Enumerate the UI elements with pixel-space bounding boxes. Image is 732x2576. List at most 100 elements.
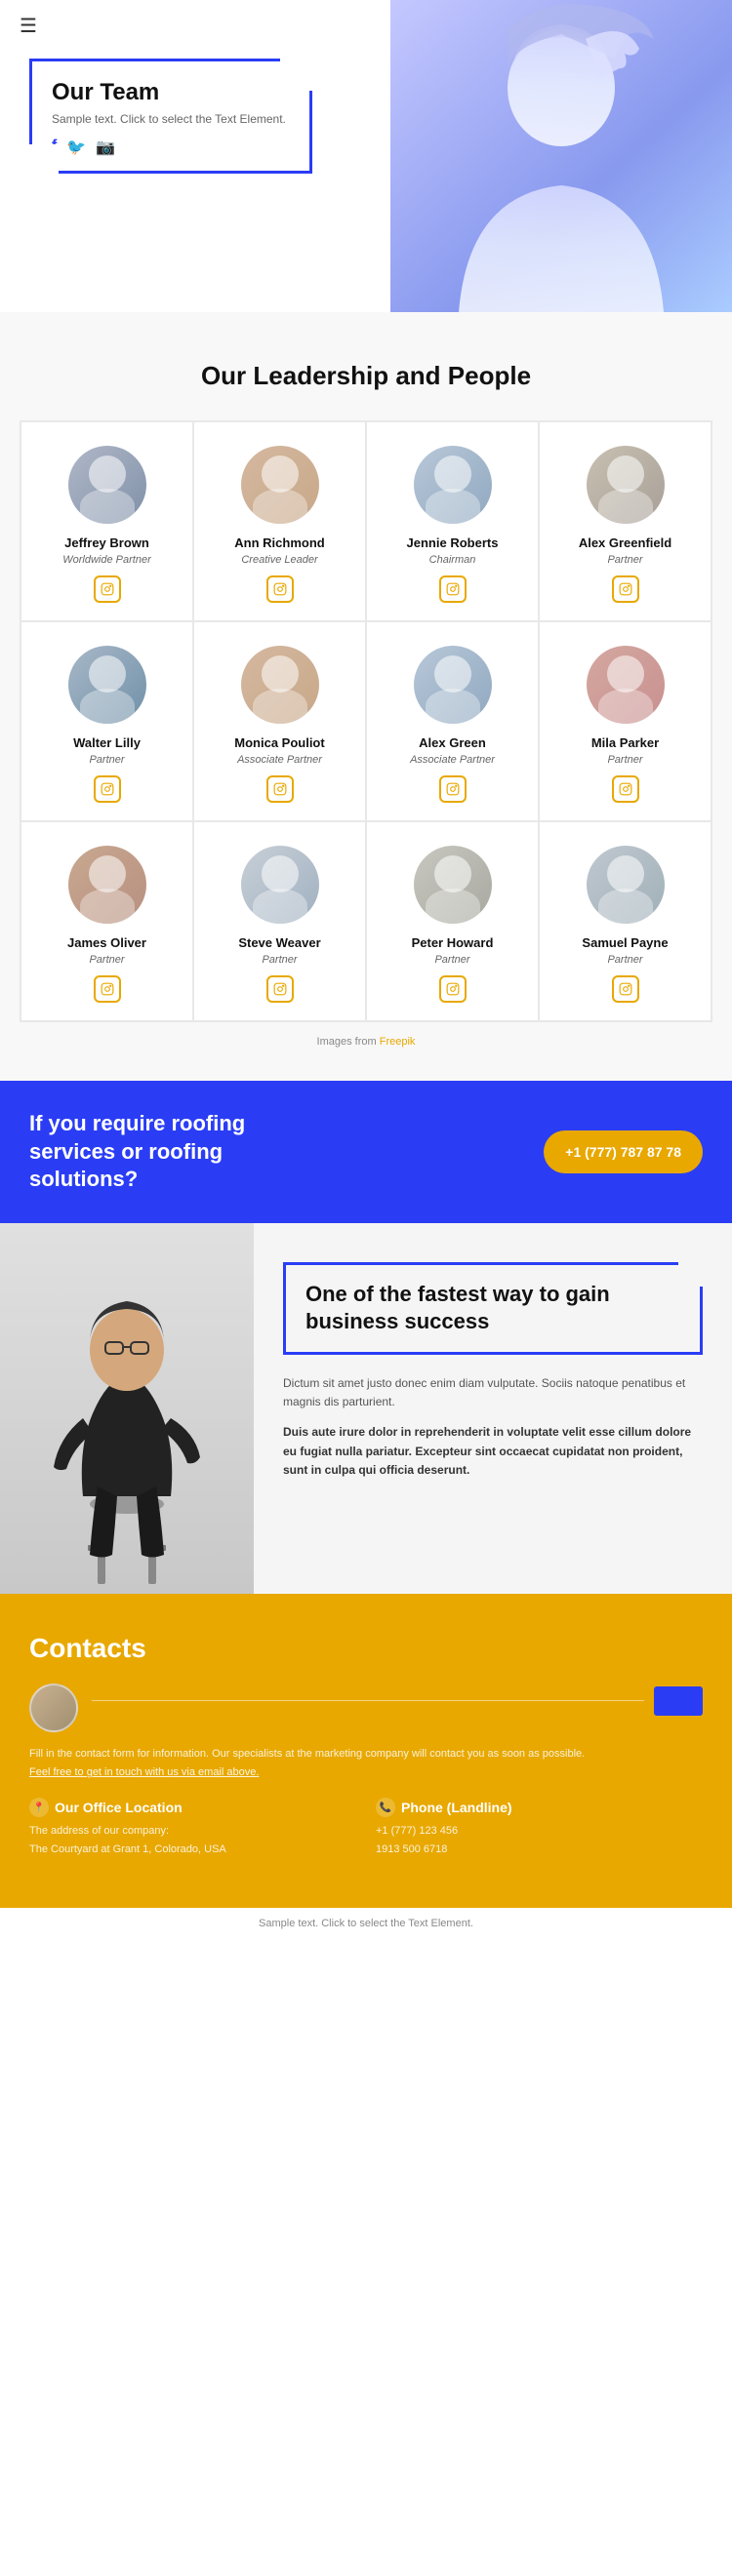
twitter-icon[interactable]: 🐦 (66, 138, 86, 157)
contacts-link[interactable]: Feel free to get in touch with us via em… (29, 1766, 703, 1778)
instagram-icon[interactable] (94, 775, 121, 803)
team-card: Jeffrey Brown Worldwide Partner (20, 421, 193, 621)
team-avatar (241, 446, 319, 524)
success-person-image (0, 1223, 254, 1594)
phone-icon: 📞 (376, 1798, 395, 1817)
roofing-text: If you require roofing services or roofi… (29, 1110, 322, 1194)
team-avatar (414, 646, 492, 724)
team-member-name: Alex Green (419, 735, 486, 750)
success-title: One of the fastest way to gain business … (305, 1281, 680, 1336)
footer: Sample text. Click to select the Text El… (0, 1908, 732, 1939)
team-grid: Jeffrey Brown Worldwide Partner Ann Rich… (20, 420, 712, 1022)
contacts-grid: 📍 Our Office Location The address of our… (29, 1798, 703, 1858)
team-member-role: Partner (89, 954, 124, 966)
contacts-description: Fill in the contact form for information… (29, 1746, 703, 1764)
team-card: Walter Lilly Partner (20, 621, 193, 821)
hero-image (390, 0, 732, 312)
team-avatar (241, 646, 319, 724)
hero-subtitle: Sample text. Click to select the Text El… (52, 112, 286, 126)
team-member-name: Peter Howard (412, 935, 494, 950)
team-member-name: Samuel Payne (582, 935, 668, 950)
team-card: Mila Parker Partner (539, 621, 712, 821)
team-avatar (68, 446, 146, 524)
instagram-icon[interactable]: 📷 (96, 138, 115, 157)
team-avatar (587, 446, 665, 524)
instagram-icon[interactable] (612, 775, 639, 803)
hero-person-svg (390, 0, 732, 312)
hero-border-box: Our Team Sample text. Click to select th… (29, 59, 312, 174)
team-member-name: Jennie Roberts (407, 535, 499, 550)
instagram-icon[interactable] (94, 575, 121, 603)
menu-button[interactable]: ☰ (20, 14, 37, 38)
team-member-role: Partner (434, 954, 469, 966)
team-member-role: Worldwide Partner (62, 554, 150, 566)
team-member-role: Creative Leader (241, 554, 317, 566)
team-avatar (587, 646, 665, 724)
contacts-separator (92, 1686, 703, 1716)
team-member-role: Associate Partner (237, 754, 322, 766)
contacts-top (29, 1684, 703, 1732)
facebook-icon[interactable]: f (52, 138, 57, 157)
team-member-role: Partner (89, 754, 124, 766)
footer-sample-text: Sample text. Click to select the Text El… (259, 1918, 473, 1929)
separator-line (92, 1700, 644, 1701)
team-card: James Oliver Partner (20, 821, 193, 1021)
success-section: One of the fastest way to gain business … (0, 1223, 732, 1594)
hero-title: Our Team (52, 79, 286, 106)
team-card: Ann Richmond Creative Leader (193, 421, 366, 621)
team-card: Alex Green Associate Partner (366, 621, 539, 821)
team-member-role: Partner (607, 554, 642, 566)
team-member-name: Mila Parker (591, 735, 659, 750)
instagram-icon[interactable] (612, 575, 639, 603)
success-body2: Duis aute irure dolor in reprehenderit i… (283, 1423, 703, 1480)
contacts-title: Contacts (29, 1633, 703, 1664)
instagram-icon[interactable] (439, 575, 467, 603)
office-detail: The address of our company: The Courtyar… (29, 1822, 356, 1858)
leadership-title: Our Leadership and People (20, 361, 712, 391)
team-member-role: Partner (262, 954, 297, 966)
separator-rect (654, 1686, 703, 1716)
success-body1: Dictum sit amet justo donec enim diam vu… (283, 1374, 703, 1411)
success-content: One of the fastest way to gain business … (254, 1223, 732, 1594)
team-card: Samuel Payne Partner (539, 821, 712, 1021)
team-member-name: Steve Weaver (238, 935, 320, 950)
phone-detail: +1 (777) 123 456 1913 500 6718 (376, 1822, 703, 1858)
instagram-icon[interactable] (266, 975, 294, 1003)
roofing-cta-section: If you require roofing services or roofi… (0, 1081, 732, 1223)
team-member-name: Monica Pouliot (234, 735, 324, 750)
location-icon: 📍 (29, 1798, 49, 1817)
team-member-role: Associate Partner (410, 754, 495, 766)
hero-content: Our Team Sample text. Click to select th… (29, 59, 312, 174)
instagram-icon[interactable] (266, 775, 294, 803)
instagram-icon[interactable] (439, 775, 467, 803)
team-avatar (414, 446, 492, 524)
team-card: Peter Howard Partner (366, 821, 539, 1021)
roofing-phone-button[interactable]: +1 (777) 787 87 78 (544, 1130, 703, 1173)
team-card: Alex Greenfield Partner (539, 421, 712, 621)
team-member-role: Chairman (429, 554, 476, 566)
instagram-icon[interactable] (612, 975, 639, 1003)
team-avatar (68, 646, 146, 724)
hero-section: Our Team Sample text. Click to select th… (0, 0, 732, 312)
team-avatar (414, 846, 492, 924)
team-member-role: Partner (607, 954, 642, 966)
success-title-box: One of the fastest way to gain business … (283, 1262, 703, 1355)
team-member-name: Jeffrey Brown (64, 535, 149, 550)
hero-social-icons: f 🐦 📷 (52, 138, 286, 157)
team-card: Steve Weaver Partner (193, 821, 366, 1021)
team-avatar (241, 846, 319, 924)
office-location: 📍 Our Office Location The address of our… (29, 1798, 356, 1858)
contacts-section: Contacts Fill in the contact form for in… (0, 1594, 732, 1908)
instagram-icon[interactable] (439, 975, 467, 1003)
freepik-note: Images from Freepik (20, 1036, 712, 1048)
phone-title: 📞 Phone (Landline) (376, 1798, 703, 1817)
team-avatar (68, 846, 146, 924)
freepik-link[interactable]: Freepik (380, 1036, 416, 1048)
phone-landline: 📞 Phone (Landline) +1 (777) 123 456 1913… (376, 1798, 703, 1858)
instagram-icon[interactable] (266, 575, 294, 603)
team-member-name: James Oliver (67, 935, 146, 950)
team-avatar (587, 846, 665, 924)
contacts-avatar (29, 1684, 78, 1732)
instagram-icon[interactable] (94, 975, 121, 1003)
team-card: Monica Pouliot Associate Partner (193, 621, 366, 821)
